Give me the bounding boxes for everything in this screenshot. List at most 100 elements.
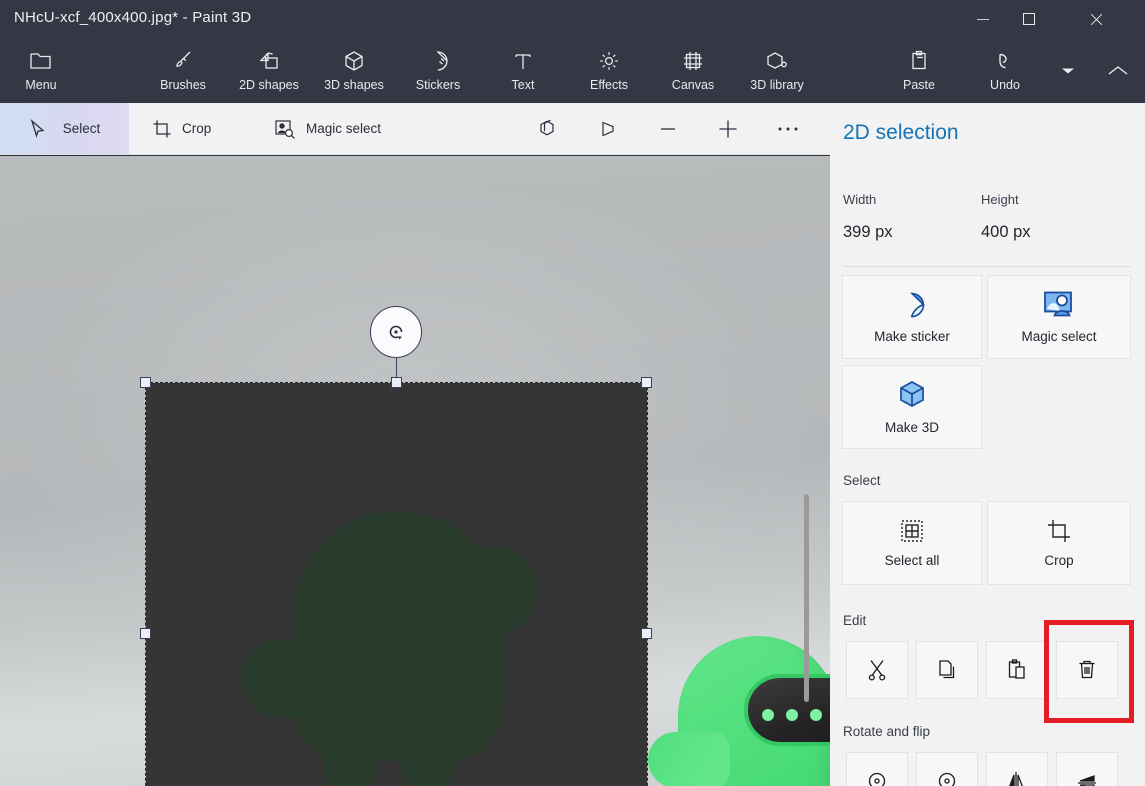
view-3d-button[interactable] bbox=[528, 103, 568, 154]
ribbon-item-3d-library[interactable]: 3D library bbox=[735, 38, 819, 103]
select-all-button[interactable]: Select all bbox=[842, 501, 982, 585]
zoom-out-button[interactable] bbox=[648, 103, 688, 154]
close-icon bbox=[1090, 13, 1102, 25]
undo-icon bbox=[993, 49, 1017, 73]
width-label: Width bbox=[843, 192, 877, 207]
minus-icon bbox=[657, 118, 679, 140]
crop-tool-label: Crop bbox=[182, 121, 212, 136]
ribbon-label-3d-shapes: 3D shapes bbox=[324, 78, 384, 92]
rotate-left-icon bbox=[865, 769, 889, 786]
ribbon-collapse-button[interactable] bbox=[1096, 38, 1140, 103]
ribbon-overflow-button[interactable] bbox=[1046, 38, 1090, 103]
paste-button[interactable] bbox=[986, 641, 1048, 699]
clipboard-icon bbox=[908, 49, 930, 73]
ribbon-item-menu[interactable]: Menu bbox=[8, 38, 74, 103]
visor-dot bbox=[762, 709, 774, 721]
brush-icon bbox=[171, 49, 195, 73]
cut-button[interactable] bbox=[846, 641, 908, 699]
ribbon-label-paste: Paste bbox=[903, 78, 935, 92]
copy-icon bbox=[936, 658, 958, 682]
magic-select-button[interactable]: Magic select bbox=[987, 275, 1131, 359]
more-options-button[interactable] bbox=[768, 103, 808, 154]
chevron-down-icon bbox=[1061, 59, 1075, 83]
ribbon-item-paste[interactable]: Paste bbox=[886, 38, 952, 103]
make-3d-button[interactable]: Make 3D bbox=[842, 365, 982, 449]
resize-handle-top-left[interactable] bbox=[140, 377, 151, 388]
perspective-view-button[interactable] bbox=[588, 103, 628, 154]
ribbon-item-undo[interactable]: Undo bbox=[972, 38, 1038, 103]
ribbon-label-brushes: Brushes bbox=[160, 78, 206, 92]
ribbon-label-effects: Effects bbox=[590, 78, 628, 92]
side-panel: 2D selection Width 399 px Height 400 px … bbox=[830, 103, 1145, 786]
tool-bar: Select Crop Magic select bbox=[0, 103, 830, 155]
shapes-2d-icon bbox=[257, 49, 281, 73]
canvas-stage[interactable] bbox=[0, 156, 830, 786]
copy-button[interactable] bbox=[916, 641, 978, 699]
sticker-icon bbox=[897, 290, 927, 320]
ribbon-item-canvas[interactable]: Canvas bbox=[660, 38, 726, 103]
rotate-right-button[interactable] bbox=[916, 752, 978, 786]
effects-icon bbox=[597, 49, 621, 73]
character-visor bbox=[744, 674, 830, 746]
rotate-handle[interactable] bbox=[370, 306, 422, 358]
window-title: NHcU-xcf_400x400.jpg* - Paint 3D bbox=[14, 9, 252, 26]
ribbon-item-brushes[interactable]: Brushes bbox=[150, 38, 216, 103]
resize-handle-top-right[interactable] bbox=[641, 377, 652, 388]
ribbon-label-stickers: Stickers bbox=[415, 78, 461, 92]
clipboard-icon bbox=[1006, 658, 1028, 682]
make-3d-label: Make 3D bbox=[884, 420, 940, 435]
close-button[interactable] bbox=[1073, 0, 1119, 38]
ribbon-label-2d-shapes: 2D shapes bbox=[239, 78, 299, 92]
delete-button[interactable] bbox=[1056, 641, 1118, 699]
folder-icon bbox=[29, 49, 53, 73]
crop-tool-button[interactable]: Crop bbox=[140, 103, 223, 154]
crop-button[interactable]: Crop bbox=[987, 501, 1131, 585]
minimize-icon bbox=[977, 13, 989, 25]
magic-select-label: Magic select bbox=[1021, 329, 1097, 344]
crop-label: Crop bbox=[1044, 553, 1074, 568]
resize-handle-top-center[interactable] bbox=[391, 377, 402, 388]
plus-icon bbox=[716, 117, 740, 141]
ribbon-label-text: Text bbox=[511, 78, 535, 92]
selection-box[interactable] bbox=[140, 306, 652, 786]
make-sticker-button[interactable]: Make sticker bbox=[842, 275, 982, 359]
resize-handle-middle-left[interactable] bbox=[140, 628, 151, 639]
make-sticker-label: Make sticker bbox=[874, 329, 950, 344]
ribbon-item-text[interactable]: Text bbox=[493, 38, 553, 103]
vertical-scrollbar[interactable] bbox=[804, 494, 809, 702]
height-value: 400 px bbox=[981, 223, 1031, 241]
canvas-artwork-character bbox=[648, 626, 830, 786]
rotate-icon bbox=[389, 325, 403, 340]
resize-handle-middle-right[interactable] bbox=[641, 628, 652, 639]
cursor-icon bbox=[29, 118, 47, 139]
perspective-icon bbox=[597, 118, 619, 140]
ribbon-item-3d-shapes[interactable]: 3D shapes bbox=[313, 38, 395, 103]
ribbon-label-3d-library: 3D library bbox=[750, 78, 804, 92]
select-all-label: Select all bbox=[884, 553, 940, 568]
ribbon-toolbar: Menu Brushes 2D shapes 3D shapes Sticker… bbox=[0, 38, 1145, 103]
ghost-leg-right bbox=[401, 739, 455, 786]
rotate-left-button[interactable] bbox=[846, 752, 908, 786]
flip-horizontal-icon bbox=[1005, 769, 1029, 786]
maximize-icon bbox=[1023, 13, 1035, 25]
select-all-icon bbox=[899, 518, 925, 544]
cube-icon bbox=[897, 379, 927, 411]
minimize-button[interactable] bbox=[960, 0, 1006, 38]
trash-icon bbox=[1076, 658, 1098, 682]
ribbon-item-2d-shapes[interactable]: 2D shapes bbox=[228, 38, 310, 103]
ribbon-item-stickers[interactable]: Stickers bbox=[404, 38, 472, 103]
width-value: 399 px bbox=[843, 223, 893, 241]
magic-select-icon bbox=[1042, 290, 1076, 320]
visor-dot bbox=[810, 709, 822, 721]
magic-select-tool-label: Magic select bbox=[306, 121, 382, 136]
flip-vertical-button[interactable] bbox=[1056, 752, 1118, 786]
maximize-button[interactable] bbox=[1006, 0, 1052, 38]
zoom-in-button[interactable] bbox=[708, 103, 748, 154]
ribbon-label-canvas: Canvas bbox=[671, 78, 715, 92]
flip-horizontal-button[interactable] bbox=[986, 752, 1048, 786]
ghost-leg-left bbox=[323, 739, 377, 786]
panel-divider bbox=[843, 266, 1131, 267]
select-tool-button[interactable]: Select bbox=[0, 103, 129, 154]
ribbon-item-effects[interactable]: Effects bbox=[575, 38, 643, 103]
magic-select-tool-button[interactable]: Magic select bbox=[262, 103, 393, 154]
